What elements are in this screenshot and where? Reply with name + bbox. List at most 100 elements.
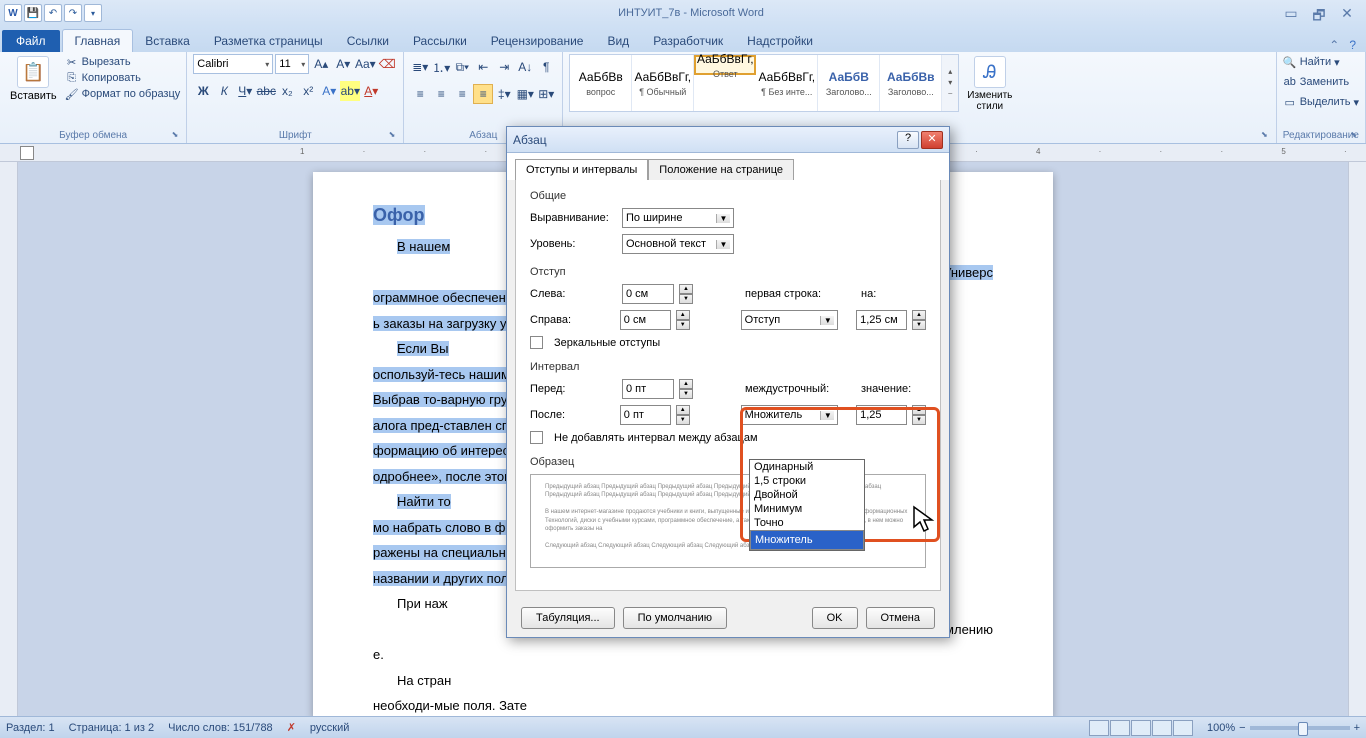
text-effects-icon[interactable]: A▾ bbox=[319, 81, 339, 101]
space-after-spinner[interactable]: ▲▼ bbox=[676, 405, 690, 425]
align-center-icon[interactable]: ≡ bbox=[431, 84, 451, 104]
replace-button[interactable]: abЗаменить bbox=[1283, 74, 1349, 90]
italic-icon[interactable]: К bbox=[214, 81, 234, 101]
shrink-font-icon[interactable]: A▾ bbox=[333, 54, 353, 74]
tab-addins[interactable]: Надстройки bbox=[735, 30, 825, 52]
show-marks-icon[interactable]: ¶ bbox=[536, 57, 556, 77]
zoom-in-icon[interactable]: + bbox=[1354, 722, 1360, 734]
view-outline-icon[interactable] bbox=[1152, 720, 1172, 736]
style-item[interactable]: АаБбВвГг,¶ Обычный bbox=[632, 55, 694, 111]
dialog-close-icon[interactable]: ✕ bbox=[921, 131, 943, 149]
undo-icon[interactable]: ↶ bbox=[44, 4, 62, 22]
font-color-icon[interactable]: A▾ bbox=[361, 81, 381, 101]
dropdown-option[interactable]: Точно bbox=[750, 516, 864, 530]
dropdown-option[interactable]: Двойной bbox=[750, 488, 864, 502]
indent-right-spinner[interactable]: ▲▼ bbox=[676, 310, 690, 330]
at-spinner[interactable]: ▲▼ bbox=[912, 405, 926, 425]
outline-level-select[interactable]: Основной текст▼ bbox=[622, 234, 734, 254]
indent-right-input[interactable]: 0 см bbox=[620, 310, 671, 330]
minimize-icon[interactable]: ▭ bbox=[1280, 5, 1302, 21]
style-item[interactable]: АаБбВвГг,Ответ bbox=[694, 55, 756, 75]
shading-icon[interactable]: ▦▾ bbox=[515, 84, 535, 104]
view-print-icon[interactable] bbox=[1089, 720, 1109, 736]
multilevel-icon[interactable]: ⧉▾ bbox=[452, 57, 472, 77]
align-right-icon[interactable]: ≡ bbox=[452, 84, 472, 104]
highlight-icon[interactable]: ab▾ bbox=[340, 81, 360, 101]
status-section[interactable]: Раздел: 1 bbox=[6, 722, 55, 734]
select-button[interactable]: ▭Выделить ▾ bbox=[1283, 94, 1359, 110]
subscript-icon[interactable]: x₂ bbox=[277, 81, 297, 101]
style-item[interactable]: АаБбВввопрос bbox=[570, 55, 632, 111]
status-spell-icon[interactable]: ✗ bbox=[287, 721, 296, 734]
view-read-icon[interactable] bbox=[1110, 720, 1130, 736]
no-space-checkbox[interactable] bbox=[530, 431, 543, 444]
dialog-tab-position[interactable]: Положение на странице bbox=[648, 159, 794, 180]
qat-more-icon[interactable]: ▾ bbox=[84, 4, 102, 22]
dropdown-option[interactable]: Одинарный bbox=[750, 460, 864, 474]
paste-button[interactable]: 📋 Вставить bbox=[6, 54, 61, 104]
line-spacing-dropdown[interactable]: Одинарный 1,5 строки Двойной Минимум Точ… bbox=[749, 459, 865, 551]
status-language[interactable]: русский bbox=[310, 722, 349, 734]
status-words[interactable]: Число слов: 151/788 bbox=[168, 722, 273, 734]
minimize-ribbon-icon[interactable]: ⌃ bbox=[1329, 38, 1339, 52]
view-web-icon[interactable] bbox=[1131, 720, 1151, 736]
zoom-slider[interactable] bbox=[1250, 726, 1350, 730]
save-icon[interactable]: 💾 bbox=[24, 4, 42, 22]
style-item[interactable]: АаБбВвЗаголово... bbox=[880, 55, 942, 111]
numbering-icon[interactable]: ⒈▾ bbox=[431, 57, 451, 77]
tabs-button[interactable]: Табуляция... bbox=[521, 607, 615, 629]
tab-insert[interactable]: Вставка bbox=[133, 30, 202, 52]
space-before-spinner[interactable]: ▲▼ bbox=[679, 379, 693, 399]
underline-icon[interactable]: Ч▾ bbox=[235, 81, 255, 101]
dropdown-option[interactable]: Множитель bbox=[750, 530, 864, 550]
tab-review[interactable]: Рецензирование bbox=[479, 30, 596, 52]
help-icon[interactable]: ? bbox=[1349, 38, 1356, 52]
tab-home[interactable]: Главная bbox=[62, 29, 134, 52]
maximize-icon[interactable]: 🗗 bbox=[1308, 5, 1330, 21]
dialog-help-icon[interactable]: ? bbox=[897, 131, 919, 149]
vertical-scrollbar[interactable] bbox=[1348, 162, 1366, 718]
default-button[interactable]: По умолчанию bbox=[623, 607, 727, 629]
indent-inc-icon[interactable]: ⇥ bbox=[494, 57, 514, 77]
close-icon[interactable]: ✕ bbox=[1336, 5, 1358, 21]
space-after-input[interactable]: 0 пт bbox=[620, 405, 671, 425]
styles-gallery[interactable]: АаБбВввопрос АаБбВвГг,¶ Обычный АаБбВвГг… bbox=[569, 54, 959, 112]
copy-button[interactable]: ⎘Копировать bbox=[65, 70, 181, 86]
font-size-combo[interactable]: 11▾ bbox=[275, 54, 309, 74]
indent-left-input[interactable]: 0 см bbox=[622, 284, 674, 304]
space-before-input[interactable]: 0 пт bbox=[622, 379, 674, 399]
tab-references[interactable]: Ссылки bbox=[335, 30, 401, 52]
cancel-button[interactable]: Отмена bbox=[866, 607, 935, 629]
mirror-indents-checkbox[interactable] bbox=[530, 336, 543, 349]
tab-developer[interactable]: Разработчик bbox=[641, 30, 735, 52]
tab-selector-icon[interactable] bbox=[20, 146, 34, 160]
style-item[interactable]: АаБбВвГг,¶ Без инте... bbox=[756, 55, 818, 111]
tab-view[interactable]: Вид bbox=[595, 30, 641, 52]
zoom-out-icon[interactable]: − bbox=[1239, 722, 1245, 734]
first-line-select[interactable]: Отступ▼ bbox=[741, 310, 839, 330]
sort-icon[interactable]: A↓ bbox=[515, 57, 535, 77]
dialog-tab-indents[interactable]: Отступы и интервалы bbox=[515, 159, 648, 180]
at-input[interactable]: 1,25 bbox=[856, 405, 907, 425]
change-styles-button[interactable]: Ꭿ Изменить стили bbox=[963, 54, 1016, 114]
strike-icon[interactable]: abc bbox=[256, 81, 276, 101]
cut-button[interactable]: ✂Вырезать bbox=[65, 54, 181, 70]
tab-layout[interactable]: Разметка страницы bbox=[202, 30, 335, 52]
grow-font-icon[interactable]: A▴ bbox=[311, 54, 331, 74]
line-spacing-select[interactable]: Множитель▼ bbox=[741, 405, 839, 425]
bold-icon[interactable]: Ж bbox=[193, 81, 213, 101]
tab-mailings[interactable]: Рассылки bbox=[401, 30, 479, 52]
ruler-vertical[interactable] bbox=[0, 162, 18, 718]
zoom-level[interactable]: 100% bbox=[1207, 722, 1235, 734]
redo-icon[interactable]: ↷ bbox=[64, 4, 82, 22]
status-page[interactable]: Страница: 1 из 2 bbox=[69, 722, 155, 734]
align-justify-icon[interactable]: ≡ bbox=[473, 84, 493, 104]
font-name-combo[interactable]: Calibri▾ bbox=[193, 54, 273, 74]
dropdown-option[interactable]: 1,5 строки bbox=[750, 474, 864, 488]
styles-more-icon[interactable]: ▴▾⎯ bbox=[942, 55, 958, 111]
alignment-select[interactable]: По ширине▼ bbox=[622, 208, 734, 228]
bullets-icon[interactable]: ≣▾ bbox=[410, 57, 430, 77]
line-spacing-icon[interactable]: ‡▾ bbox=[494, 84, 514, 104]
format-painter-button[interactable]: 🖌Формат по образцу bbox=[65, 86, 181, 102]
view-draft-icon[interactable] bbox=[1173, 720, 1193, 736]
